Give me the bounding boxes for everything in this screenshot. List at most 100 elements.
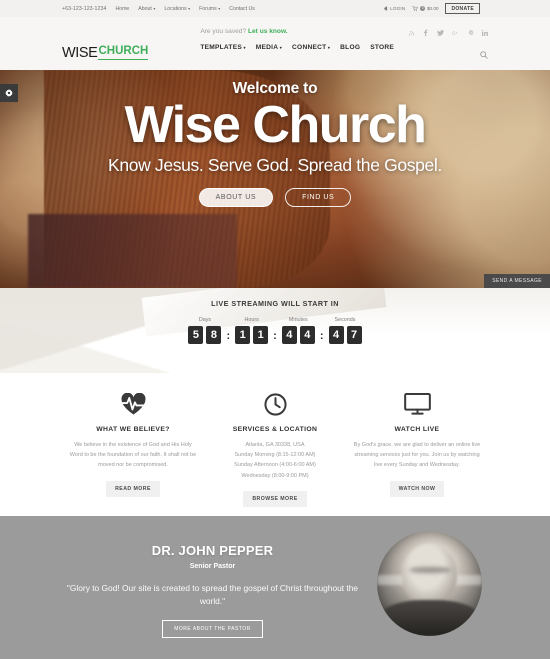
feature-text: We believe in the existence of God and H… (69, 442, 197, 469)
twitter-glyph (436, 29, 444, 36)
cart-total: $0.00 (426, 5, 439, 11)
cart-widget[interactable]: 0 $0.00 (412, 5, 439, 12)
countdown-label: Days (198, 317, 212, 323)
tagline-link[interactable]: Let us know. (248, 28, 288, 35)
twitter-icon[interactable] (436, 29, 444, 38)
monitor-icon (352, 391, 482, 417)
phone-number[interactable]: +63-123-123-1234 (62, 6, 106, 12)
pinterest-glyph (468, 29, 474, 35)
hero-subtitle: Know Jesus. Serve God. Spread the Gospel… (108, 154, 442, 175)
pastor-name: DR. JOHN PEPPER (151, 542, 274, 558)
countdown-digit: 1 (253, 325, 269, 344)
top-nav-label: Home (115, 5, 130, 12)
countdown-digit: 4 (299, 325, 315, 344)
countdown-digits: 5 8 (188, 325, 222, 344)
pastor-text-block: DR. JOHN PEPPER Senior Pastor "Glory to … (60, 537, 365, 639)
nav-item-blog[interactable]: BLOG (340, 44, 360, 51)
logo-text-primary: WISE (62, 44, 98, 61)
countdown-digit: 4 (281, 325, 297, 344)
top-nav-label: Forums (199, 5, 217, 12)
top-nav-item-contact-us[interactable]: Contact Us (229, 6, 255, 12)
about-us-button[interactable]: ABOUT US (198, 187, 274, 207)
pinterest-icon[interactable] (468, 29, 474, 38)
chevron-down-icon: ▾ (153, 5, 156, 11)
social-links: G+ (407, 29, 488, 38)
search-glyph (480, 51, 488, 59)
live-stream-countdown-section: LIVE STREAMING WILL START IN Days 5 8 : … (0, 288, 550, 373)
top-utility-bar: +63-123-123-1234 Home About ▾ Locations ▾ … (0, 0, 550, 17)
top-nav-item-locations[interactable]: Locations ▾ (164, 6, 190, 12)
linkedin-icon[interactable] (481, 29, 488, 38)
find-us-button[interactable]: FIND US (285, 187, 352, 207)
feature-title: SERVICES & LOCATION (232, 426, 318, 433)
portrait-brow (408, 566, 451, 573)
countdown-digits: 1 1 (235, 325, 269, 344)
nav-item-store[interactable]: STORE (370, 44, 394, 51)
google-plus-glyph: G+ (452, 30, 458, 35)
heartbeat-glyph (120, 393, 146, 415)
rss-icon[interactable] (407, 30, 415, 38)
top-nav: Home About ▾ Locations ▾ Forums ▾ Contact U… (115, 6, 254, 12)
more-about-the-pastor-button[interactable]: MORE ABOUT THE PASTOR (162, 620, 263, 639)
countdown-timer: Days 5 8 : Hours 1 1 : Minutes 4 4: Sec… (0, 317, 550, 344)
heartbeat-icon (68, 391, 198, 417)
read-more-button[interactable]: READ MORE (106, 480, 160, 497)
top-nav-item-about[interactable]: About ▾ (138, 6, 155, 12)
hero-buttons: ABOUT US FIND US (0, 187, 550, 207)
linkedin-glyph (481, 29, 488, 36)
feature-text: Atlanta, GA 30338, USA Sunday Morning (8… (234, 442, 316, 479)
send-a-message-button[interactable]: SEND A MESSAGE (484, 274, 550, 288)
logo-text-secondary: CHURCH (98, 46, 149, 60)
feature-card-watch-live: WATCH LIVE By God's grace, we are glad t… (346, 391, 488, 507)
header-inner: WISE CHURCH Are you saved? Let us know. … (62, 17, 488, 70)
rss-glyph (407, 30, 414, 36)
top-nav-item-forums[interactable]: Forums ▾ (199, 6, 220, 12)
main-nav: TEMPLATES ▾ MEDIA ▾ CONNECT ▾ BLOG STORE (200, 44, 488, 51)
pastor-inner: DR. JOHN PEPPER Senior Pastor "Glory to … (60, 516, 490, 659)
top-nav-item-home[interactable]: Home (115, 6, 129, 12)
google-plus-icon[interactable]: G+ (452, 30, 460, 38)
countdown-digit: 4 (328, 325, 344, 344)
nav-item-connect[interactable]: CONNECT ▾ (292, 44, 330, 51)
nav-item-templates[interactable]: TEMPLATES ▾ (200, 44, 245, 51)
topbar-left-group: +63-123-123-1234 Home About ▾ Locations ▾ … (62, 6, 255, 12)
countdown-digit: 8 (206, 325, 222, 344)
countdown-group-days: Days 5 8 (188, 317, 222, 344)
chevron-down-icon: ▾ (188, 5, 191, 11)
top-nav-label: Locations (164, 5, 187, 12)
browse-more-button[interactable]: BROWSE MORE (243, 490, 307, 507)
nav-label: CONNECT (292, 44, 327, 51)
watch-now-button[interactable]: WATCH NOW (389, 480, 445, 497)
donate-button[interactable]: DONATE (445, 2, 480, 15)
chevron-down-icon: ▾ (218, 5, 221, 11)
hero-content: Welcome to Wise Church Know Jesus. Serve… (0, 70, 550, 207)
countdown-label: Seconds (334, 317, 356, 323)
top-nav-label: Contact Us (229, 5, 255, 12)
countdown-digits: 4 4 (281, 325, 315, 344)
hero-title: Wise Church (124, 96, 427, 154)
feature-title: WATCH LIVE (394, 426, 440, 433)
nav-label: BLOG (340, 44, 361, 51)
svg-text:G+: G+ (452, 30, 458, 35)
clock-glyph (263, 392, 287, 416)
countdown-digit: 1 (235, 325, 251, 344)
feature-card-services-location: SERVICES & LOCATION Atlanta, GA 30338, U… (204, 391, 346, 507)
chevron-down-icon: ▾ (279, 44, 283, 50)
facebook-icon[interactable] (423, 29, 428, 38)
search-icon[interactable] (480, 51, 488, 61)
nav-label: TEMPLATES (200, 44, 243, 51)
tagline-plain: Are you saved? (200, 28, 247, 35)
pastor-quote: "Glory to God! Our site is created to sp… (66, 582, 359, 606)
nav-item-media[interactable]: MEDIA ▾ (256, 44, 282, 51)
countdown-inner: LIVE STREAMING WILL START IN Days 5 8 : … (0, 288, 550, 344)
feature-card-what-we-believe: WHAT WE BELIEVE? We believe in the exist… (62, 391, 204, 507)
login-button[interactable]: LOGIN (383, 6, 406, 11)
countdown-digit: 7 (346, 325, 362, 344)
settings-tab-button[interactable] (0, 84, 18, 102)
countdown-group-seconds: Seconds 4 7 (328, 317, 362, 344)
feature-title: WHAT WE BELIEVE? (96, 426, 170, 433)
site-logo[interactable]: WISE CHURCH (62, 36, 149, 70)
header-right: Are you saved? Let us know. TEMPLATES ▾ M… (200, 17, 488, 70)
topbar-right-group: LOGIN 0 $0.00 DONATE (383, 2, 480, 15)
chevron-down-icon: ▾ (327, 44, 331, 50)
